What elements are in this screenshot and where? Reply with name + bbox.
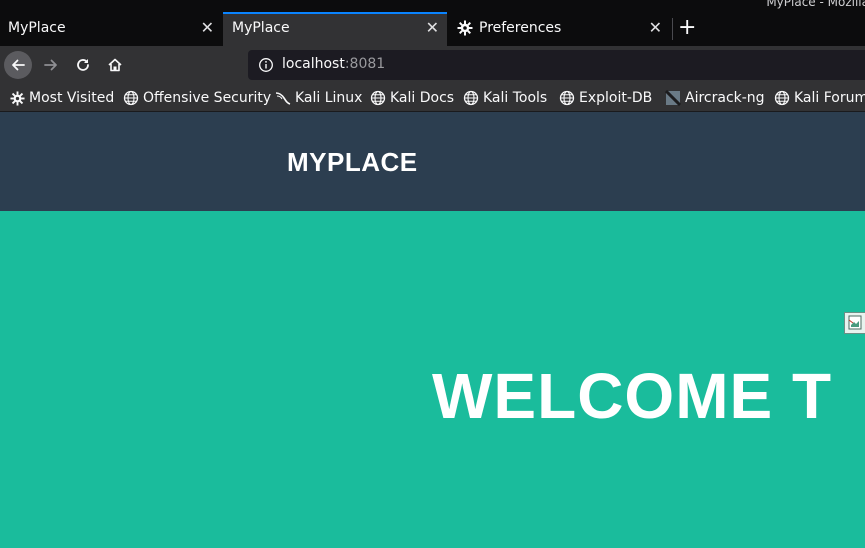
tab-label: MyPlace xyxy=(232,20,290,36)
bookmark-label: Kali Docs xyxy=(390,90,455,106)
hero-section: WELCOME T xyxy=(0,211,865,548)
tab-preferences[interactable]: Preferences ✕ xyxy=(448,12,670,46)
broken-image-icon xyxy=(844,312,865,334)
url-text: localhost:8081 xyxy=(282,56,385,72)
url-host: localhost xyxy=(282,56,345,72)
gear-icon xyxy=(10,90,25,106)
bookmark-label: Exploit-DB xyxy=(579,90,653,106)
home-icon xyxy=(108,58,122,72)
bookmark-exploit-db[interactable]: Exploit-DB xyxy=(559,88,652,108)
window-title-bar: MyPlace - Mozilla xyxy=(0,0,865,12)
bookmark-offensive-security[interactable]: Offensive Security xyxy=(123,88,271,108)
back-button[interactable] xyxy=(4,51,32,79)
window-title: MyPlace - Mozilla xyxy=(766,0,865,9)
site-brand[interactable]: MYPLACE xyxy=(287,147,418,178)
url-port: :8081 xyxy=(344,56,386,72)
forward-button[interactable] xyxy=(37,51,65,79)
gear-icon xyxy=(457,20,473,36)
url-bar[interactable]: localhost:8081 xyxy=(248,50,865,80)
home-button[interactable] xyxy=(101,51,129,79)
aircrack-icon xyxy=(665,90,681,106)
bookmark-label: Kali Linux xyxy=(295,90,363,106)
tab-myplace-2[interactable]: MyPlace ✕ xyxy=(223,12,447,46)
bookmark-label: Kali Forums xyxy=(794,90,865,106)
globe-icon xyxy=(774,90,790,106)
navigation-toolbar: localhost:8081 xyxy=(0,46,865,84)
tab-label: Preferences xyxy=(479,20,562,36)
tab-bar: MyPlace ✕ MyPlace ✕ Preferences ✕ + xyxy=(0,12,865,46)
reload-icon xyxy=(77,59,89,71)
bookmark-kali-tools[interactable]: Kali Tools xyxy=(463,88,547,108)
new-tab-button[interactable]: + xyxy=(678,15,696,40)
site-header: MYPLACE xyxy=(0,112,865,211)
site-info-icon[interactable] xyxy=(258,57,274,73)
close-icon[interactable]: ✕ xyxy=(201,18,214,37)
kali-dragon-icon xyxy=(275,92,291,105)
bookmark-most-visited[interactable]: Most Visited xyxy=(10,88,114,108)
bookmarks-toolbar: Most Visited Offensive Security Kali Lin… xyxy=(0,84,865,112)
tab-separator xyxy=(672,18,673,40)
bookmark-label: Offensive Security xyxy=(143,90,272,106)
bookmark-aircrack-ng[interactable]: Aircrack-ng xyxy=(665,88,765,108)
bookmark-label: Aircrack-ng xyxy=(685,90,765,106)
close-icon[interactable]: ✕ xyxy=(649,18,662,37)
reload-button[interactable] xyxy=(69,51,97,79)
bookmark-kali-forums[interactable]: Kali Forums xyxy=(774,88,865,108)
globe-icon xyxy=(123,90,139,106)
close-icon[interactable]: ✕ xyxy=(426,18,439,37)
bookmark-kali-docs[interactable]: Kali Docs xyxy=(370,88,454,108)
back-arrow-icon xyxy=(12,59,25,71)
forward-arrow-icon xyxy=(44,59,57,71)
tab-myplace-1[interactable]: MyPlace ✕ xyxy=(0,12,222,46)
bookmark-label: Most Visited xyxy=(29,90,115,106)
globe-icon xyxy=(370,90,386,106)
globe-icon xyxy=(559,90,575,106)
tab-label: MyPlace xyxy=(8,20,66,36)
hero-title: WELCOME T xyxy=(432,360,833,432)
bookmark-label: Kali Tools xyxy=(483,90,548,106)
bookmark-kali-linux[interactable]: Kali Linux xyxy=(275,88,362,108)
globe-icon xyxy=(463,90,479,106)
